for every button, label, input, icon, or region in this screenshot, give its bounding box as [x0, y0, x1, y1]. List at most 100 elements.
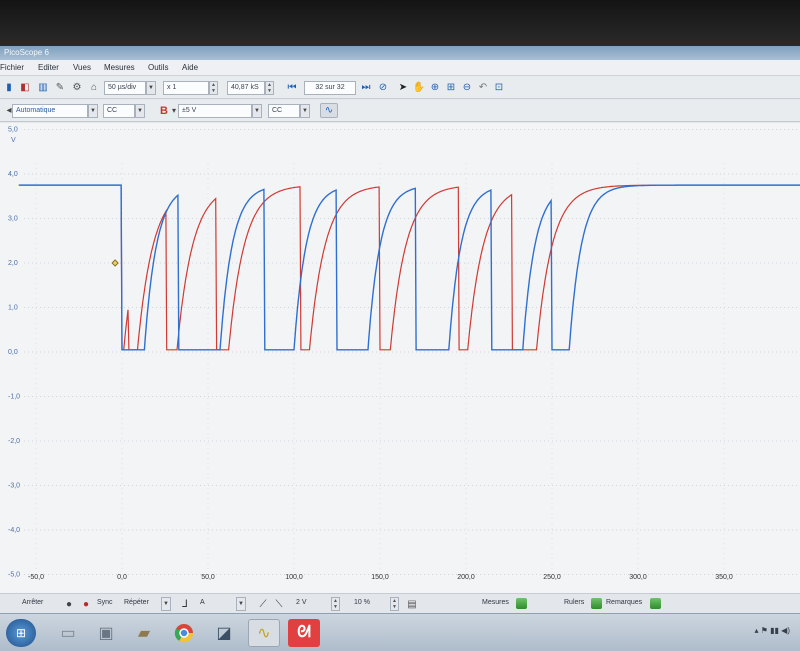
measures-label[interactable]: Mesures: [482, 599, 509, 606]
windows-start-icon[interactable]: ⊞: [6, 619, 36, 647]
probe-icon[interactable]: ✎: [53, 80, 67, 95]
y-tick-label: 3,0: [8, 216, 18, 223]
monitor-bezel: [0, 0, 800, 46]
x-tick-label: 350,0: [715, 574, 733, 581]
rulers-label[interactable]: Rulers: [564, 599, 584, 606]
y-axis-ticks: 5,0 4,0 3,0 2,0 1,0 0,0 -1,0 -2,0 -3,0 -4,0 -5,0: [8, 127, 20, 579]
zoom-spinner[interactable]: ▲ ▼: [209, 81, 218, 95]
scope-mode-icon[interactable]: ▮: [2, 80, 16, 95]
y-tick-label: 2,0: [8, 260, 18, 267]
persistence-icon[interactable]: ◧: [18, 80, 32, 95]
zoom-out-icon[interactable]: ⊖: [460, 80, 474, 95]
bottom-toolbar: Arrêter ● ● Sync Répéter ▼ ⅃ A ▼ ⟋ ⟍ 2 V…: [0, 593, 800, 613]
main-toolbar: ▮ ◧ ▥ ✎ ⚙ ⌂ 50 µs/div ▼ x 1 ▲ ▼ 40,87 kS …: [0, 77, 800, 99]
stop-label[interactable]: Arrêter: [22, 599, 43, 606]
channel-a-coupling[interactable]: CC: [103, 104, 135, 118]
next-capture-icon[interactable]: ⏭: [359, 80, 373, 95]
rulers-button[interactable]: [591, 598, 602, 609]
browser-icon[interactable]: [168, 619, 200, 647]
x-tick-label: -50,0: [28, 574, 44, 581]
trigger-level[interactable]: 2 V: [296, 599, 307, 606]
falling-edge-icon[interactable]: ⟍: [272, 597, 286, 612]
y-tick-label: 4,0: [8, 171, 18, 178]
menu-editer[interactable]: Editer: [38, 63, 59, 72]
hand-icon[interactable]: ✋: [412, 80, 426, 95]
channel-b-coupling[interactable]: CC: [268, 104, 300, 118]
y-tick-label: -3,0: [8, 483, 20, 490]
zoom-fit-icon[interactable]: ⊡: [492, 80, 506, 95]
waveform-svg: 5,0 4,0 3,0 2,0 1,0 0,0 -1,0 -2,0 -3,0 -4,0 -5,0 -…: [8, 127, 800, 581]
stop-icon[interactable]: ●: [62, 597, 76, 612]
zoom-select[interactable]: x 1: [163, 81, 209, 95]
add-measure-button[interactable]: [516, 598, 527, 609]
menu-fichier[interactable]: Fichier: [0, 63, 24, 72]
x-axis-ticks: -50,0 0,0 50,0 100,0 150,0 200,0 250,0 300,0 350…: [28, 574, 733, 581]
menu-bar: Fichier Editer Vues Mesures Outils Aide: [0, 60, 800, 76]
trigger-point[interactable]: [111, 259, 119, 267]
channel-b-range[interactable]: ±5 V: [178, 104, 252, 118]
taskbar: ⊞ ▭ ▣ ▰ ◪ ∿ ᘛ ▴ ⚑ ▮▮ ◀): [0, 613, 800, 651]
menu-aide[interactable]: Aide: [182, 63, 198, 72]
y-tick-label: -1,0: [8, 394, 20, 401]
trigger-channel-dropdown[interactable]: ▼: [236, 597, 246, 611]
title-bar: PicoScope 6: [0, 46, 800, 60]
channel-b-range-dropdown[interactable]: ▼: [252, 104, 262, 118]
rising-edge-icon[interactable]: ⟋: [256, 597, 270, 612]
trigger-mode-dropdown[interactable]: ▼: [88, 104, 98, 118]
menu-outils[interactable]: Outils: [148, 63, 168, 72]
trigger-type-dropdown[interactable]: ▼: [161, 597, 171, 611]
math-channel-icon[interactable]: ∿: [320, 103, 338, 118]
repeat-label[interactable]: Répéter: [124, 599, 149, 606]
x-tick-label: 250,0: [543, 574, 561, 581]
trigger-marker[interactable]: [111, 259, 119, 267]
trigger-settings-icon[interactable]: ▤: [405, 597, 419, 612]
notes-button[interactable]: [650, 598, 661, 609]
pointer-icon[interactable]: ➤: [396, 80, 410, 95]
spectrum-icon[interactable]: ▥: [36, 80, 50, 95]
pretrigger-spinner[interactable]: ▲ ▼: [390, 597, 399, 611]
y-tick-label: 0,0: [8, 349, 18, 356]
compass-icon[interactable]: ⊘: [376, 80, 390, 95]
channel-b-coupling-dropdown[interactable]: ▼: [300, 104, 310, 118]
scope-app-icon[interactable]: ∿: [248, 619, 280, 647]
scope-plot[interactable]: 5,0 4,0 3,0 2,0 1,0 0,0 -1,0 -2,0 -3,0 -4,0 -5,0 -…: [0, 123, 800, 593]
trigger-mode-select[interactable]: Automatique: [12, 104, 88, 118]
home-icon[interactable]: ⌂: [87, 80, 101, 95]
network-icon[interactable]: ◪: [208, 619, 240, 647]
x-tick-label: 50,0: [201, 574, 215, 581]
zoom-in-icon[interactable]: ⊕: [428, 80, 442, 95]
y-tick-label: -4,0: [8, 527, 20, 534]
menu-vues[interactable]: Vues: [73, 63, 91, 72]
notes-label[interactable]: Remarques: [606, 599, 642, 606]
samples-spinner[interactable]: ▲ ▼: [265, 81, 274, 95]
channel-toolbar: ◂ Automatique ▼ CC ▼ B ▾ ±5 V ▼ CC ▼ ∿: [0, 100, 800, 122]
picoscope-icon[interactable]: ᘛ: [288, 619, 320, 647]
trigger-edge-icon[interactable]: ⅃: [178, 597, 192, 612]
y-tick-label: 5,0: [8, 127, 18, 134]
timebase-select[interactable]: 50 µs/div: [104, 81, 146, 95]
buffer-field[interactable]: 32 sur 32: [304, 81, 356, 95]
trigger-channel[interactable]: A: [200, 599, 205, 606]
settings-icon[interactable]: ⚙: [70, 80, 84, 95]
x-tick-label: 100,0: [285, 574, 303, 581]
samples-field[interactable]: 40,87 kS: [227, 81, 265, 95]
timebase-dropdown[interactable]: ▼: [146, 81, 156, 95]
y-axis-unit: V: [11, 137, 16, 144]
menu-mesures[interactable]: Mesures: [104, 63, 135, 72]
first-capture-icon[interactable]: ⏮: [285, 80, 299, 95]
sync-label[interactable]: Sync: [97, 599, 113, 606]
trigger-level-spinner[interactable]: ▲ ▼: [331, 597, 340, 611]
channel-a-trace: [18, 184, 800, 351]
pretrigger-value[interactable]: 10 %: [354, 599, 370, 606]
folder-icon[interactable]: ▰: [128, 619, 160, 647]
media-icon[interactable]: ▣: [90, 619, 122, 647]
y-tick-label: -2,0: [8, 438, 20, 445]
explorer-icon[interactable]: ▭: [52, 619, 84, 647]
channel-a-coupling-dropdown[interactable]: ▼: [135, 104, 145, 118]
start-icon[interactable]: ●: [79, 597, 93, 612]
y-tick-label: 1,0: [8, 305, 18, 312]
channel-b-trace: [18, 184, 800, 351]
zoom-region-icon[interactable]: ⊞: [444, 80, 458, 95]
undo-zoom-icon[interactable]: ↶: [476, 80, 490, 95]
x-tick-label: 0,0: [117, 574, 127, 581]
